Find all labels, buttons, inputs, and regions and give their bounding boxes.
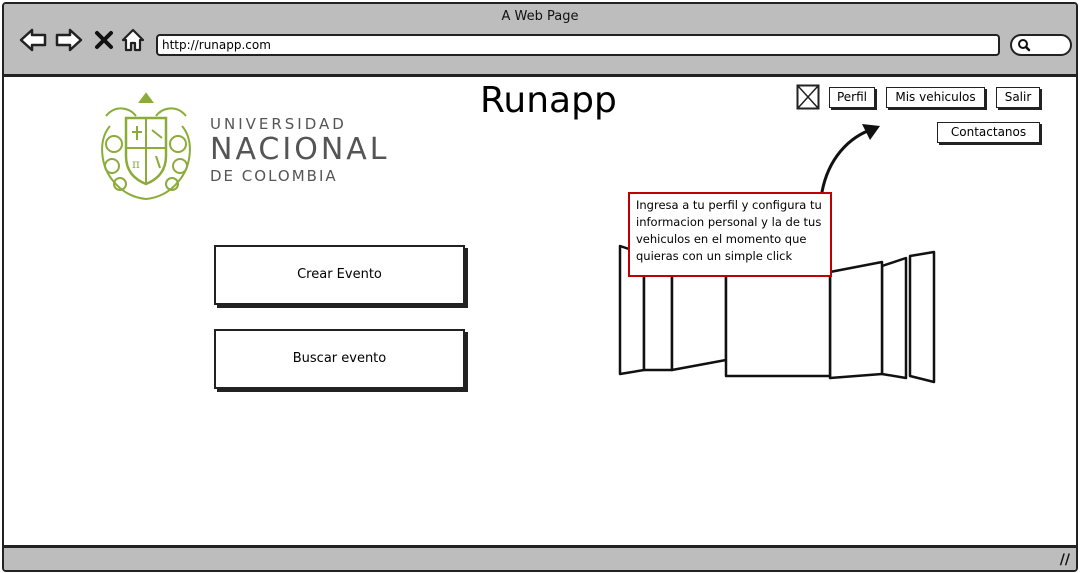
logo-line-2: NACIONAL [210,132,390,167]
search-icon [1018,39,1031,52]
carousel-card[interactable] [828,260,884,380]
forward-arrow-icon[interactable] [54,26,84,54]
carousel-card[interactable] [880,256,908,380]
logo-line-1: UNIVERSIDAD [210,115,347,133]
search-box[interactable] [1010,34,1072,56]
logo-line-3: DE COLOMBIA [210,167,338,185]
profile-button[interactable]: Perfil [829,87,875,108]
contact-button[interactable]: Contactanos [937,122,1040,143]
create-event-button[interactable]: Crear Evento [214,245,465,305]
carousel-card[interactable] [908,250,936,384]
close-x-icon[interactable] [92,26,116,54]
browser-window: A Web Page http://runapp.com π UNIVERSID… [2,2,1078,572]
logout-button[interactable]: Salir [996,87,1040,108]
help-tooltip: Ingresa a tu perfil y configura tu infor… [628,192,832,277]
address-bar[interactable]: http://runapp.com [156,34,1000,56]
university-seal: π [101,92,191,201]
svg-text:π: π [132,157,140,171]
back-arrow-icon[interactable] [18,26,48,54]
image-placeholder-icon [796,84,820,110]
browser-chrome: A Web Page http://runapp.com [4,4,1076,77]
window-title: A Web Page [501,9,579,24]
resize-grip-icon[interactable]: // [1060,552,1070,568]
status-bar: // [4,545,1076,570]
carousel-card[interactable] [670,260,728,372]
home-icon[interactable] [120,26,146,54]
pointer-arrow [820,124,880,194]
search-event-button[interactable]: Buscar evento [214,329,465,389]
page-title: Runapp [480,80,617,121]
vehicles-button[interactable]: Mis vehiculos [886,87,985,108]
